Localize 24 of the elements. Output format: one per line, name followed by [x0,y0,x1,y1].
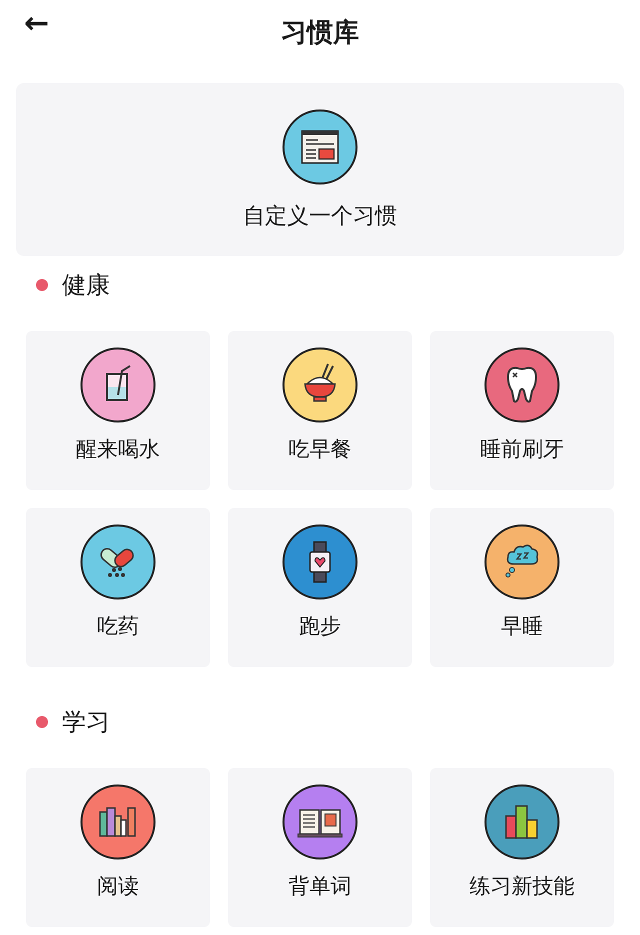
habit-label: 练习新技能 [470,873,574,900]
custom-habit-label: 自定义一个习惯 [243,203,397,231]
habit-label: 阅读 [97,873,139,900]
habit-card[interactable]: 早睡 [430,508,614,667]
page-title: 习惯库 [281,16,359,50]
custom-habit-card[interactable]: 自定义一个习惯 [16,83,624,256]
habit-card[interactable]: 吃药 [26,508,210,667]
habit-label: 早睡 [501,613,543,640]
habit-card[interactable]: 跑步 [228,508,412,667]
habit-card[interactable]: 背单词 [228,768,412,927]
habit-card[interactable]: 醒来喝水 [26,331,210,490]
section-title: 学习 [62,707,110,738]
habit-card[interactable]: 阅读 [26,768,210,927]
habit-card[interactable]: 睡前刷牙 [430,331,614,490]
habit-label: 吃早餐 [288,436,352,463]
habit-label: 醒来喝水 [76,436,160,463]
habit-label: 吃药 [97,613,139,640]
back-button[interactable]: ← [24,6,50,41]
habit-label: 跑步 [299,613,341,640]
habit-label: 睡前刷牙 [480,436,564,463]
section-title: 健康 [62,270,110,301]
habit-card[interactable]: 吃早餐 [228,331,412,490]
habit-card[interactable]: 练习新技能 [430,768,614,927]
habit-label: 背单词 [288,873,352,900]
